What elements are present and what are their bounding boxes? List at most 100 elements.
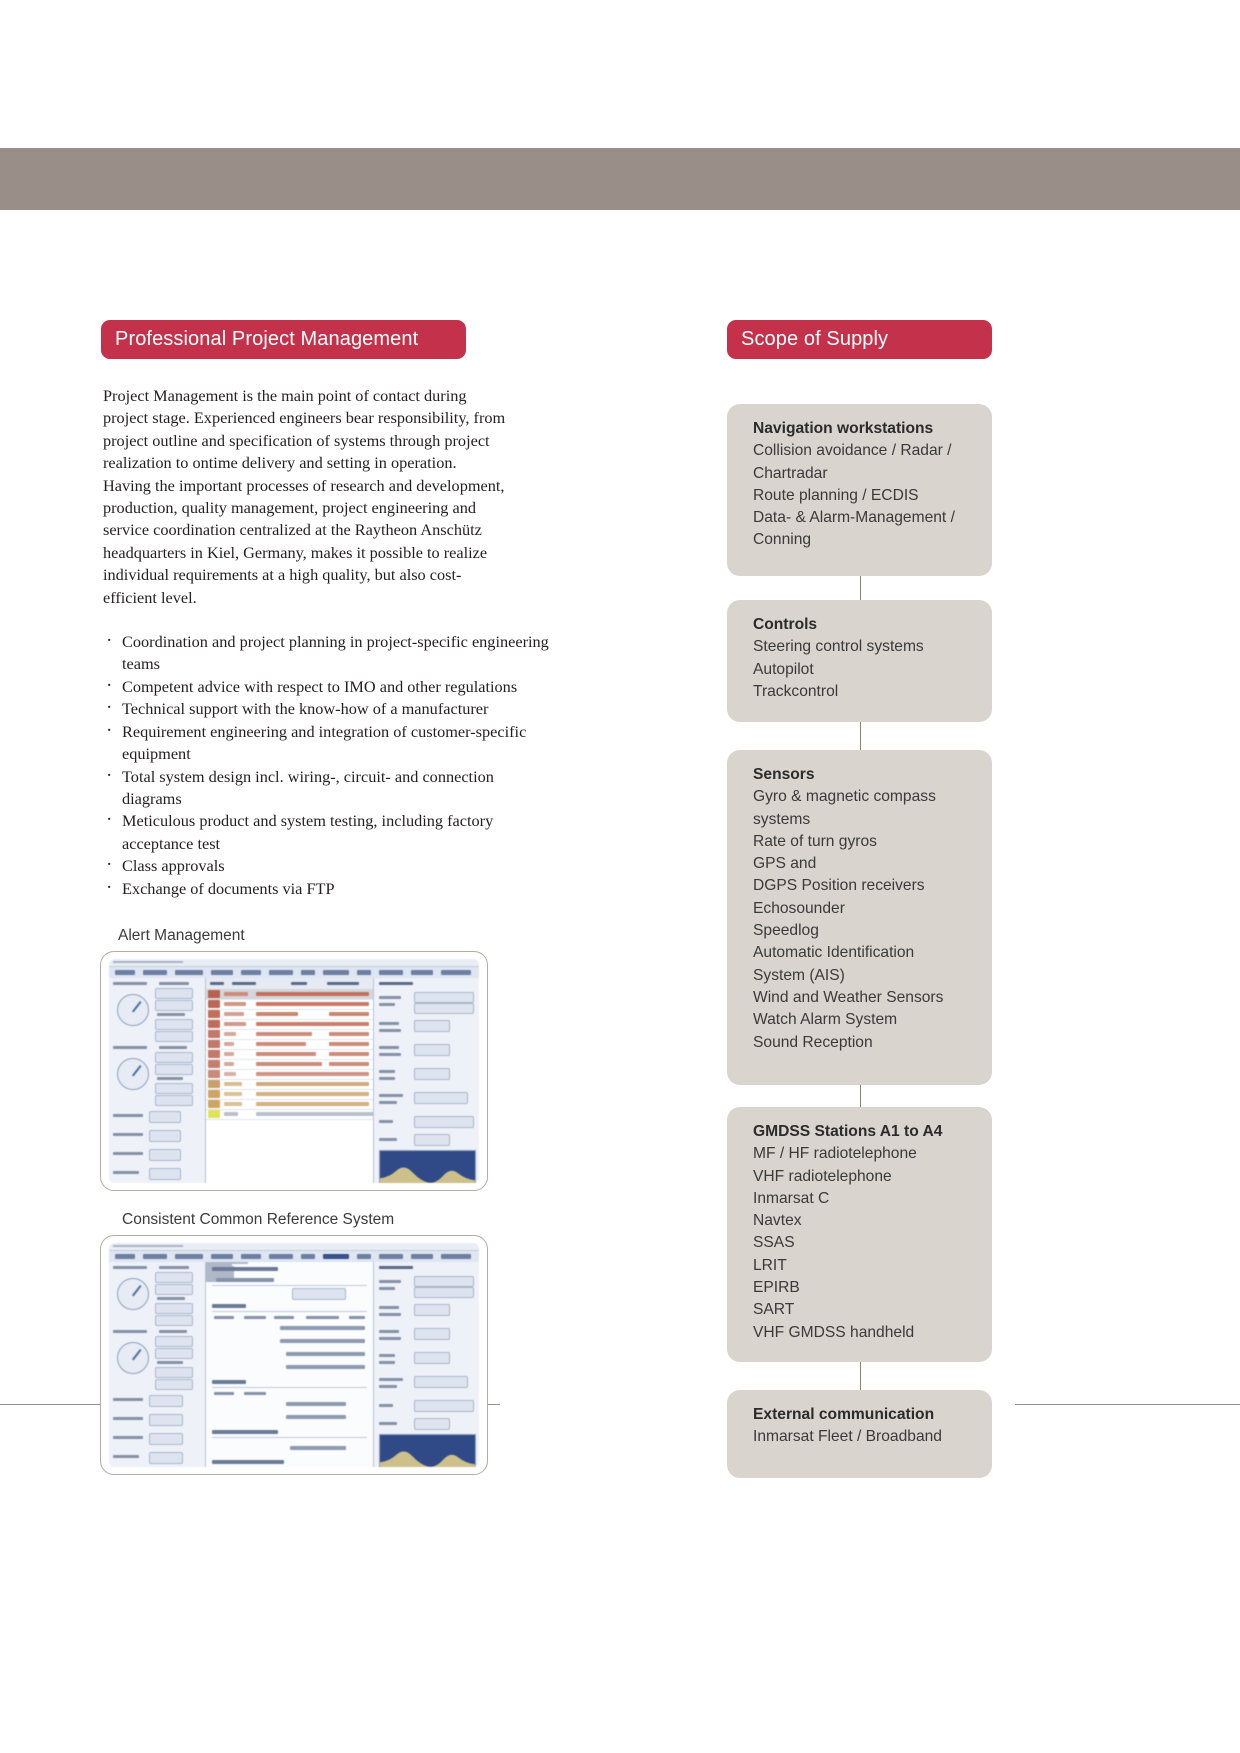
mock-menu-item	[379, 1254, 403, 1259]
row-values	[345, 1365, 365, 1369]
compass-gauge-icon	[117, 1278, 149, 1310]
mock-label	[379, 1053, 401, 1056]
mock-label	[159, 982, 189, 985]
row-values	[286, 1402, 346, 1406]
mock-label	[379, 1378, 403, 1381]
scope-box-line: Speedlog	[753, 922, 819, 940]
paragraph-line: project outline and specification of sys…	[103, 430, 490, 450]
row-values	[353, 1352, 365, 1356]
row-source	[224, 1072, 236, 1076]
mock-value-field	[155, 1052, 193, 1063]
severity-chip	[208, 1090, 220, 1098]
mock-label	[379, 1330, 399, 1333]
scope-box-title: GMDSS Stations A1 to A4	[753, 1123, 943, 1140]
mock-menu-item	[411, 1254, 433, 1259]
mock-value-box	[414, 1044, 450, 1056]
list-item: Requirement engineering and integration …	[103, 720, 555, 766]
mock-value-box	[414, 1418, 450, 1430]
mock-menu-item	[357, 1254, 371, 1259]
row-time	[329, 1052, 369, 1056]
list-item: Total system design incl. wiring-, circu…	[103, 765, 555, 811]
list-item: Class approvals	[103, 854, 555, 877]
mock-value-box	[414, 1116, 474, 1128]
mock-menu-item	[269, 970, 293, 975]
row-values	[290, 1446, 346, 1450]
brochure-page: Professional Project Management Project …	[0, 0, 1240, 1753]
scope-box-line: System (AIS)	[753, 966, 845, 984]
mock-label	[157, 1077, 183, 1080]
mock-value-box	[414, 1134, 450, 1146]
mock-sensor-selection-form	[206, 1262, 373, 1467]
mock-label	[113, 982, 147, 985]
severity-chip	[208, 990, 220, 998]
row-source	[224, 1002, 246, 1006]
severity-chip	[208, 1100, 220, 1108]
mock-value-box	[414, 1003, 474, 1014]
mock-value-field	[149, 1452, 183, 1464]
speed-gauge-icon	[117, 1058, 149, 1090]
mock-value-box	[414, 1276, 474, 1287]
mode-selected-field	[292, 1288, 346, 1300]
mock-menu-item	[143, 970, 167, 975]
paragraph-line: service coordination centralized at the …	[103, 520, 482, 540]
list-item: Meticulous product and system testing, i…	[103, 809, 555, 855]
table-row	[206, 1109, 406, 1120]
row-source	[224, 1102, 242, 1106]
mock-label	[113, 1436, 143, 1439]
mock-value-box	[414, 1352, 450, 1364]
mock-instrument-panel	[109, 1262, 206, 1467]
compass-gauge-icon	[117, 994, 149, 1026]
form-rule	[212, 1387, 367, 1388]
mock-value-field	[155, 1315, 193, 1326]
row-time	[329, 992, 369, 996]
mock-label	[113, 1152, 143, 1155]
mock-value-field	[155, 1379, 193, 1390]
paragraph-line: Having the important processes of resear…	[103, 475, 505, 495]
severity-chip	[208, 1080, 220, 1088]
column-header	[274, 1316, 294, 1319]
screenshot-alert-management	[100, 951, 488, 1191]
mock-value-field	[155, 1000, 193, 1011]
form-rule	[212, 1437, 367, 1438]
scope-box-line: Rate of turn gyros	[753, 832, 877, 850]
mock-label	[379, 1070, 395, 1073]
column-header	[214, 1316, 234, 1319]
list-item: Coordination and project planning in pro…	[103, 630, 555, 676]
row-values	[323, 1339, 337, 1343]
mock-value-field	[149, 1395, 183, 1407]
mock-menu-item	[211, 1254, 233, 1259]
scope-box-line: Gyro & magnetic compass	[753, 788, 936, 806]
row-text	[256, 1072, 330, 1076]
row-source	[224, 1012, 244, 1016]
severity-chip	[208, 1020, 220, 1028]
mock-label	[157, 1297, 185, 1300]
scope-box-title: External communication	[753, 1406, 935, 1423]
scope-box-line: Conning	[753, 531, 812, 549]
speed-gauge-icon	[117, 1342, 149, 1374]
mock-value-field	[155, 1272, 193, 1283]
mock-label	[113, 1455, 139, 1458]
mock-label	[379, 1094, 403, 1097]
mock-label	[113, 1171, 139, 1174]
scope-box-line: systems	[753, 810, 811, 828]
scope-box-line: DGPS Position receivers	[753, 877, 925, 895]
mock-label	[379, 1361, 395, 1364]
mock-label	[113, 1330, 147, 1333]
row-text	[256, 1012, 298, 1016]
flow-connector-2	[860, 722, 861, 752]
severity-chip	[208, 1050, 220, 1058]
mock-titlebar	[109, 959, 479, 966]
mock-column-header	[291, 982, 307, 985]
list-item: Technical support with the know-how of a…	[103, 697, 555, 720]
mock-value-field	[155, 1064, 193, 1075]
scope-box-line: Inmarsat C	[753, 1189, 830, 1207]
mock-menu-item	[241, 1254, 261, 1259]
mock-label	[379, 1422, 397, 1425]
form-section-title-speed-water	[212, 1430, 278, 1434]
row-source	[224, 1062, 234, 1066]
row-values	[315, 1326, 337, 1330]
intro-paragraph: Project Management is the main point of …	[103, 385, 548, 609]
mock-menu-item-active	[323, 1254, 349, 1259]
screenshot-caption-alert-management: Alert Management	[118, 927, 245, 944]
mock-value-field	[155, 1095, 193, 1106]
